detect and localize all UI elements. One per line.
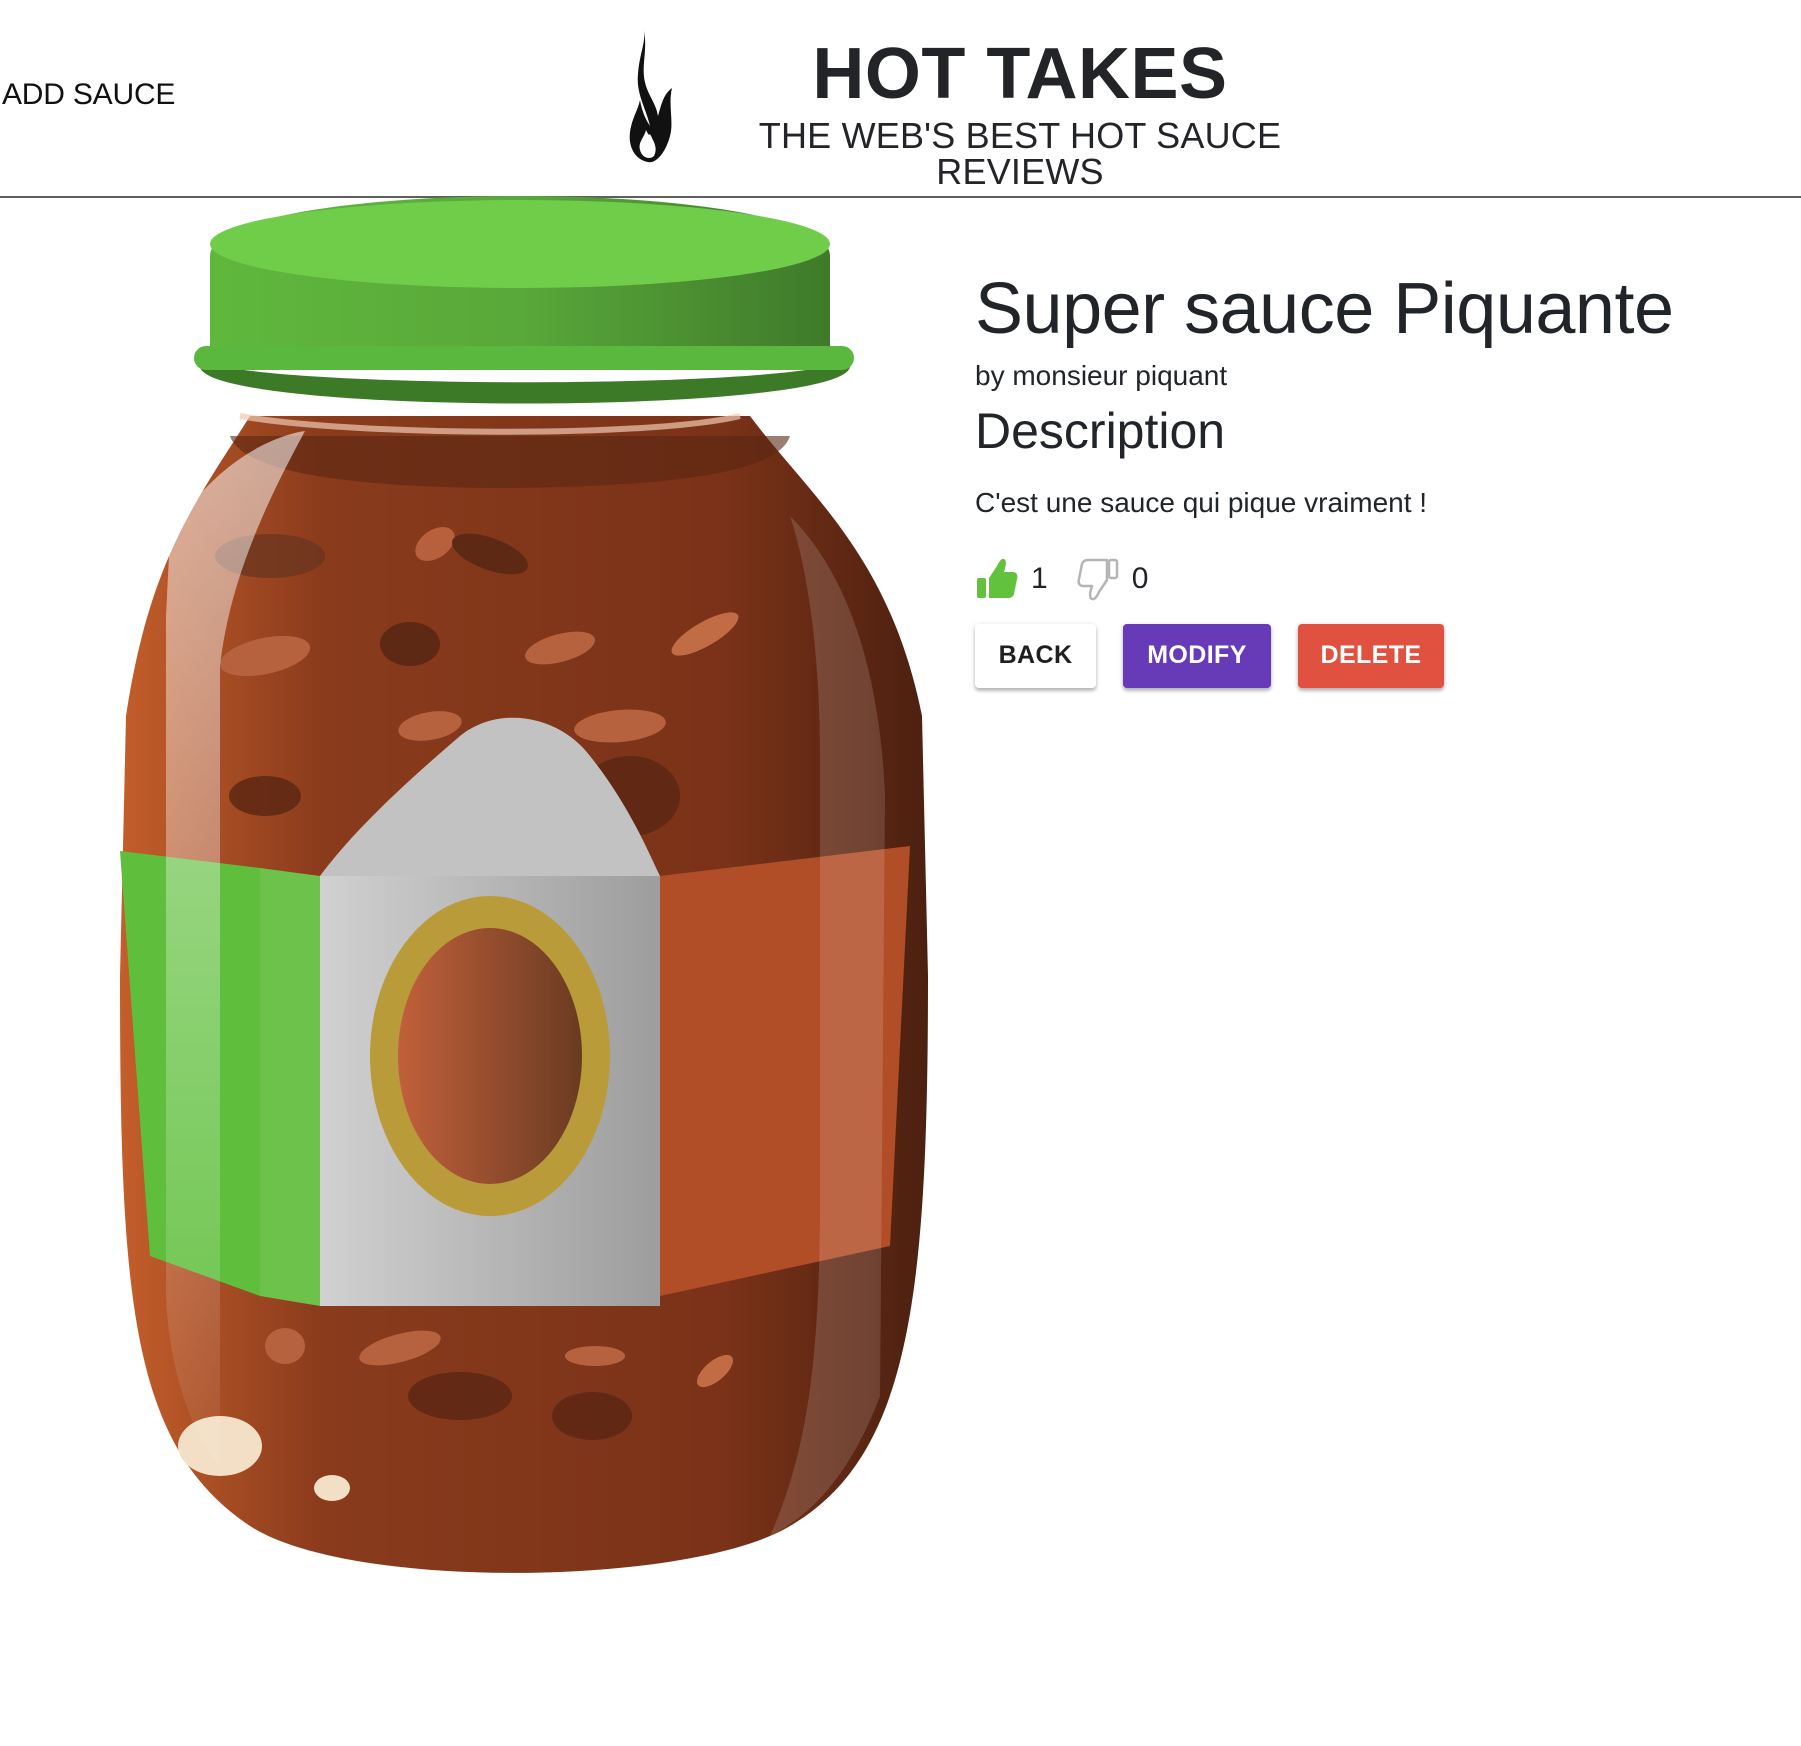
sauce-detail: Super sauce Piquante by monsieur piquant… bbox=[975, 269, 1775, 688]
thumbs-up-icon[interactable] bbox=[975, 556, 1019, 602]
site-header: ADD SAUCE HOT TAKES THE WEB'S BEST HOT S… bbox=[0, 0, 1801, 198]
back-button[interactable]: BACK bbox=[975, 623, 1096, 688]
site-tagline: THE WEB'S BEST HOT SAUCE REVIEWS bbox=[758, 115, 1282, 192]
sauce-description: C'est une sauce qui pique vraiment ! bbox=[975, 487, 1428, 519]
sauce-manufacturer: by monsieur piquant bbox=[975, 360, 1228, 392]
dislike-count: 0 bbox=[1131, 561, 1149, 595]
modify-button[interactable]: MODIFY bbox=[1123, 623, 1271, 688]
sauce-name: Super sauce Piquante bbox=[975, 269, 1674, 349]
site-title: HOT TAKES bbox=[812, 34, 1228, 114]
delete-button[interactable]: DELETE bbox=[1298, 623, 1444, 688]
flame-icon[interactable] bbox=[628, 30, 674, 164]
vote-section: 1 0 bbox=[975, 554, 1775, 604]
action-buttons: BACK MODIFY DELETE bbox=[975, 623, 1775, 688]
thumbs-down-icon[interactable] bbox=[1076, 556, 1120, 602]
add-sauce-link[interactable]: ADD SAUCE bbox=[2, 78, 175, 112]
like-count: 1 bbox=[1031, 561, 1048, 595]
sauce-jar-image bbox=[120, 196, 928, 1573]
description-heading: Description bbox=[975, 402, 1226, 459]
